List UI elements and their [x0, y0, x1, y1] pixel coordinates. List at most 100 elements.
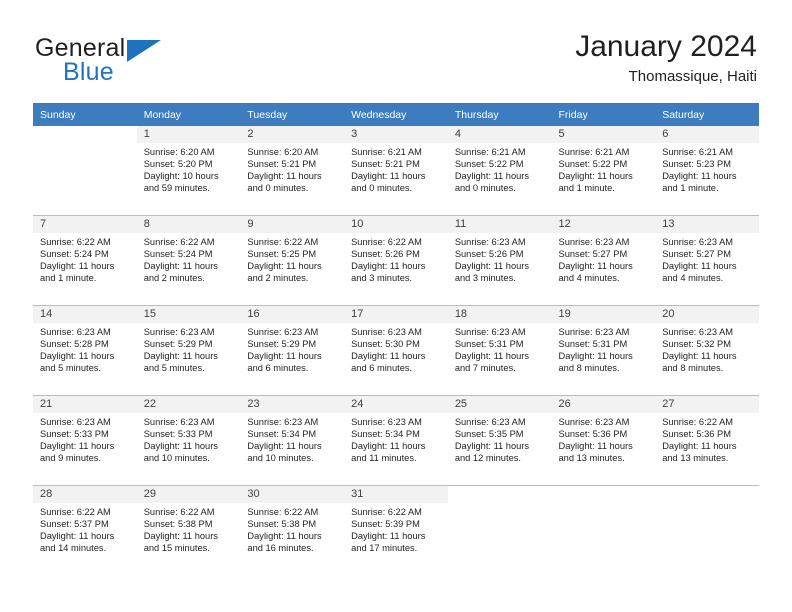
day-details: Sunrise: 6:21 AM Sunset: 5:22 PM Daylight:… [552, 143, 656, 194]
sunset-text: Sunset: 5:24 PM [143, 249, 213, 260]
day-number: 31 [344, 486, 448, 503]
day-number: 24 [344, 396, 448, 413]
daylight-text: Daylight: 11 hours and 13 minutes. [662, 441, 737, 464]
sunset-text: Sunset: 5:27 PM [662, 249, 731, 260]
day-cell[interactable]: 6 Sunrise: 6:21 AM Sunset: 5:23 PM Daylight… [655, 126, 759, 215]
daylight-text: Daylight: 11 hours and 16 minutes. [247, 531, 322, 554]
daylight-text: Daylight: 11 hours and 3 minutes. [454, 261, 530, 284]
sunrise-text: Sunrise: 6:23 AM [454, 237, 526, 247]
day-number: 4 [447, 126, 552, 143]
sunrise-text: Sunrise: 6:22 AM [247, 507, 319, 517]
day-cell[interactable]: 10 Sunrise: 6:22 AM Sunset: 5:26 PM Dayligh… [344, 216, 448, 305]
brand-name-blue: Blue [63, 58, 114, 86]
day-cell[interactable]: 27 Sunrise: 6:22 AM Sunset: 5:36 PM Dayligh… [655, 396, 759, 485]
calendar-cell: 18 Sunrise: 6:23 AM Sunset: 5:31 PM Dayligh… [447, 305, 552, 396]
sunrise-text: Sunrise: 6:23 AM [351, 327, 422, 337]
day-cell[interactable]: 11 Sunrise: 6:23 AM Sunset: 5:26 PM Dayligh… [447, 216, 552, 305]
day-cell[interactable]: 29 Sunrise: 6:22 AM Sunset: 5:38 PM Dayligh… [136, 486, 241, 575]
sunrise-text: Sunrise: 6:23 AM [247, 417, 319, 427]
sunrise-text: Sunrise: 6:21 AM [454, 147, 526, 157]
calendar-cell [655, 485, 759, 575]
daylight-text: Daylight: 11 hours and 10 minutes. [247, 441, 322, 464]
column-header-wednesday: Wednesday [344, 103, 448, 126]
calendar-cell: 2 Sunrise: 6:20 AM Sunset: 5:21 PM Daylight… [240, 126, 345, 216]
calendar-cell: 5 Sunrise: 6:21 AM Sunset: 5:22 PM Daylight… [551, 126, 656, 216]
sunset-text: Sunset: 5:31 PM [558, 339, 628, 350]
sunset-text: Sunset: 5:26 PM [454, 249, 524, 260]
calendar-cell-empty [448, 486, 552, 575]
sunset-text: Sunset: 5:36 PM [558, 429, 628, 440]
day-details: Sunrise: 6:23 AM Sunset: 5:33 PM Daylight:… [33, 413, 137, 464]
sunrise-text: Sunrise: 6:23 AM [143, 417, 215, 427]
daylight-text: Daylight: 11 hours and 3 minutes. [351, 261, 426, 284]
day-cell[interactable]: 16 Sunrise: 6:23 AM Sunset: 5:29 PM Dayligh… [240, 306, 345, 395]
sunrise-text: Sunrise: 6:23 AM [40, 327, 111, 337]
day-number: 14 [33, 306, 137, 323]
day-cell[interactable]: 28 Sunrise: 6:22 AM Sunset: 5:37 PM Dayligh… [33, 486, 137, 575]
day-cell[interactable]: 1 Sunrise: 6:20 AM Sunset: 5:20 PM Daylight… [136, 126, 241, 215]
daylight-text: Daylight: 11 hours and 2 minutes. [143, 261, 218, 284]
sunset-text: Sunset: 5:22 PM [454, 159, 524, 170]
sunrise-text: Sunrise: 6:23 AM [351, 417, 422, 427]
sunrise-text: Sunrise: 6:21 AM [558, 147, 630, 157]
day-cell[interactable]: 14 Sunrise: 6:23 AM Sunset: 5:28 PM Dayligh… [33, 306, 137, 395]
sunset-text: Sunset: 5:23 PM [662, 159, 731, 170]
calendar-cell-empty [33, 126, 137, 215]
day-number: 5 [551, 126, 656, 143]
day-number: 1 [136, 126, 241, 143]
day-cell[interactable]: 3 Sunrise: 6:21 AM Sunset: 5:21 PM Daylight… [344, 126, 448, 215]
calendar-body: 1 Sunrise: 6:20 AM Sunset: 5:20 PM Daylight… [33, 126, 759, 575]
day-cell[interactable]: 15 Sunrise: 6:23 AM Sunset: 5:29 PM Dayligh… [136, 306, 241, 395]
day-cell[interactable]: 25 Sunrise: 6:23 AM Sunset: 5:35 PM Dayligh… [447, 396, 552, 485]
calendar-week-row: 21 Sunrise: 6:23 AM Sunset: 5:33 PM Dayligh… [33, 395, 759, 486]
day-cell[interactable]: 26 Sunrise: 6:23 AM Sunset: 5:36 PM Dayligh… [551, 396, 656, 485]
day-number: 3 [344, 126, 448, 143]
calendar-cell-empty [655, 486, 759, 575]
daylight-text: Daylight: 11 hours and 1 minute. [662, 171, 737, 194]
day-cell[interactable]: 21 Sunrise: 6:23 AM Sunset: 5:33 PM Dayligh… [33, 396, 137, 485]
calendar-cell: 21 Sunrise: 6:23 AM Sunset: 5:33 PM Dayligh… [33, 395, 137, 486]
day-cell[interactable]: 19 Sunrise: 6:23 AM Sunset: 5:31 PM Dayligh… [551, 306, 656, 395]
calendar-cell: 3 Sunrise: 6:21 AM Sunset: 5:21 PM Daylight… [344, 126, 448, 216]
day-number: 11 [447, 216, 552, 233]
day-cell[interactable]: 20 Sunrise: 6:23 AM Sunset: 5:32 PM Dayligh… [655, 306, 759, 395]
day-cell[interactable]: 31 Sunrise: 6:22 AM Sunset: 5:39 PM Dayligh… [344, 486, 448, 575]
brand-logo[interactable]: General Blue [35, 34, 215, 94]
sunrise-text: Sunrise: 6:23 AM [662, 327, 734, 337]
calendar-cell: 14 Sunrise: 6:23 AM Sunset: 5:28 PM Dayligh… [33, 305, 137, 396]
day-cell[interactable]: 30 Sunrise: 6:22 AM Sunset: 5:38 PM Dayligh… [240, 486, 345, 575]
day-number: 20 [655, 306, 759, 323]
day-cell[interactable]: 2 Sunrise: 6:20 AM Sunset: 5:21 PM Daylight… [240, 126, 345, 215]
day-cell[interactable]: 18 Sunrise: 6:23 AM Sunset: 5:31 PM Dayligh… [447, 306, 552, 395]
day-cell[interactable]: 4 Sunrise: 6:21 AM Sunset: 5:22 PM Daylight… [447, 126, 552, 215]
day-cell[interactable]: 23 Sunrise: 6:23 AM Sunset: 5:34 PM Dayligh… [240, 396, 345, 485]
sunset-text: Sunset: 5:35 PM [454, 429, 524, 440]
sunrise-text: Sunrise: 6:23 AM [247, 327, 319, 337]
daylight-text: Daylight: 11 hours and 4 minutes. [558, 261, 633, 284]
day-cell[interactable]: 12 Sunrise: 6:23 AM Sunset: 5:27 PM Dayligh… [551, 216, 656, 305]
day-cell[interactable]: 8 Sunrise: 6:22 AM Sunset: 5:24 PM Daylight… [136, 216, 241, 305]
sunrise-text: Sunrise: 6:23 AM [454, 417, 526, 427]
calendar-cell: 15 Sunrise: 6:23 AM Sunset: 5:29 PM Dayligh… [136, 305, 241, 396]
day-details: Sunrise: 6:23 AM Sunset: 5:29 PM Daylight:… [240, 323, 344, 374]
day-details: Sunrise: 6:22 AM Sunset: 5:26 PM Daylight:… [344, 233, 448, 284]
day-cell[interactable]: 9 Sunrise: 6:22 AM Sunset: 5:25 PM Daylight… [240, 216, 345, 305]
day-cell[interactable]: 24 Sunrise: 6:23 AM Sunset: 5:34 PM Dayligh… [344, 396, 448, 485]
day-details: Sunrise: 6:23 AM Sunset: 5:31 PM Daylight:… [448, 323, 552, 374]
day-details: Sunrise: 6:22 AM Sunset: 5:36 PM Daylight:… [655, 413, 759, 464]
daylight-text: Daylight: 11 hours and 12 minutes. [454, 441, 530, 464]
sunrise-text: Sunrise: 6:23 AM [558, 417, 630, 427]
day-cell[interactable]: 22 Sunrise: 6:23 AM Sunset: 5:33 PM Dayligh… [136, 396, 241, 485]
sunset-text: Sunset: 5:36 PM [662, 429, 731, 440]
day-number: 25 [447, 396, 552, 413]
calendar-cell: 8 Sunrise: 6:22 AM Sunset: 5:24 PM Daylight… [136, 215, 241, 306]
day-cell[interactable]: 5 Sunrise: 6:21 AM Sunset: 5:22 PM Daylight… [551, 126, 656, 215]
day-cell[interactable]: 7 Sunrise: 6:22 AM Sunset: 5:24 PM Daylight… [33, 216, 137, 305]
day-cell[interactable]: 13 Sunrise: 6:23 AM Sunset: 5:27 PM Dayligh… [655, 216, 759, 305]
calendar-cell: 28 Sunrise: 6:22 AM Sunset: 5:37 PM Dayligh… [33, 485, 137, 575]
calendar-header-row: Sunday Monday Tuesday Wednesday Thursday… [33, 103, 759, 126]
day-cell[interactable]: 17 Sunrise: 6:23 AM Sunset: 5:30 PM Dayligh… [344, 306, 448, 395]
calendar-cell-empty [552, 486, 656, 575]
calendar-table: Sunday Monday Tuesday Wednesday Thursday… [33, 103, 759, 575]
sunset-text: Sunset: 5:31 PM [454, 339, 524, 350]
